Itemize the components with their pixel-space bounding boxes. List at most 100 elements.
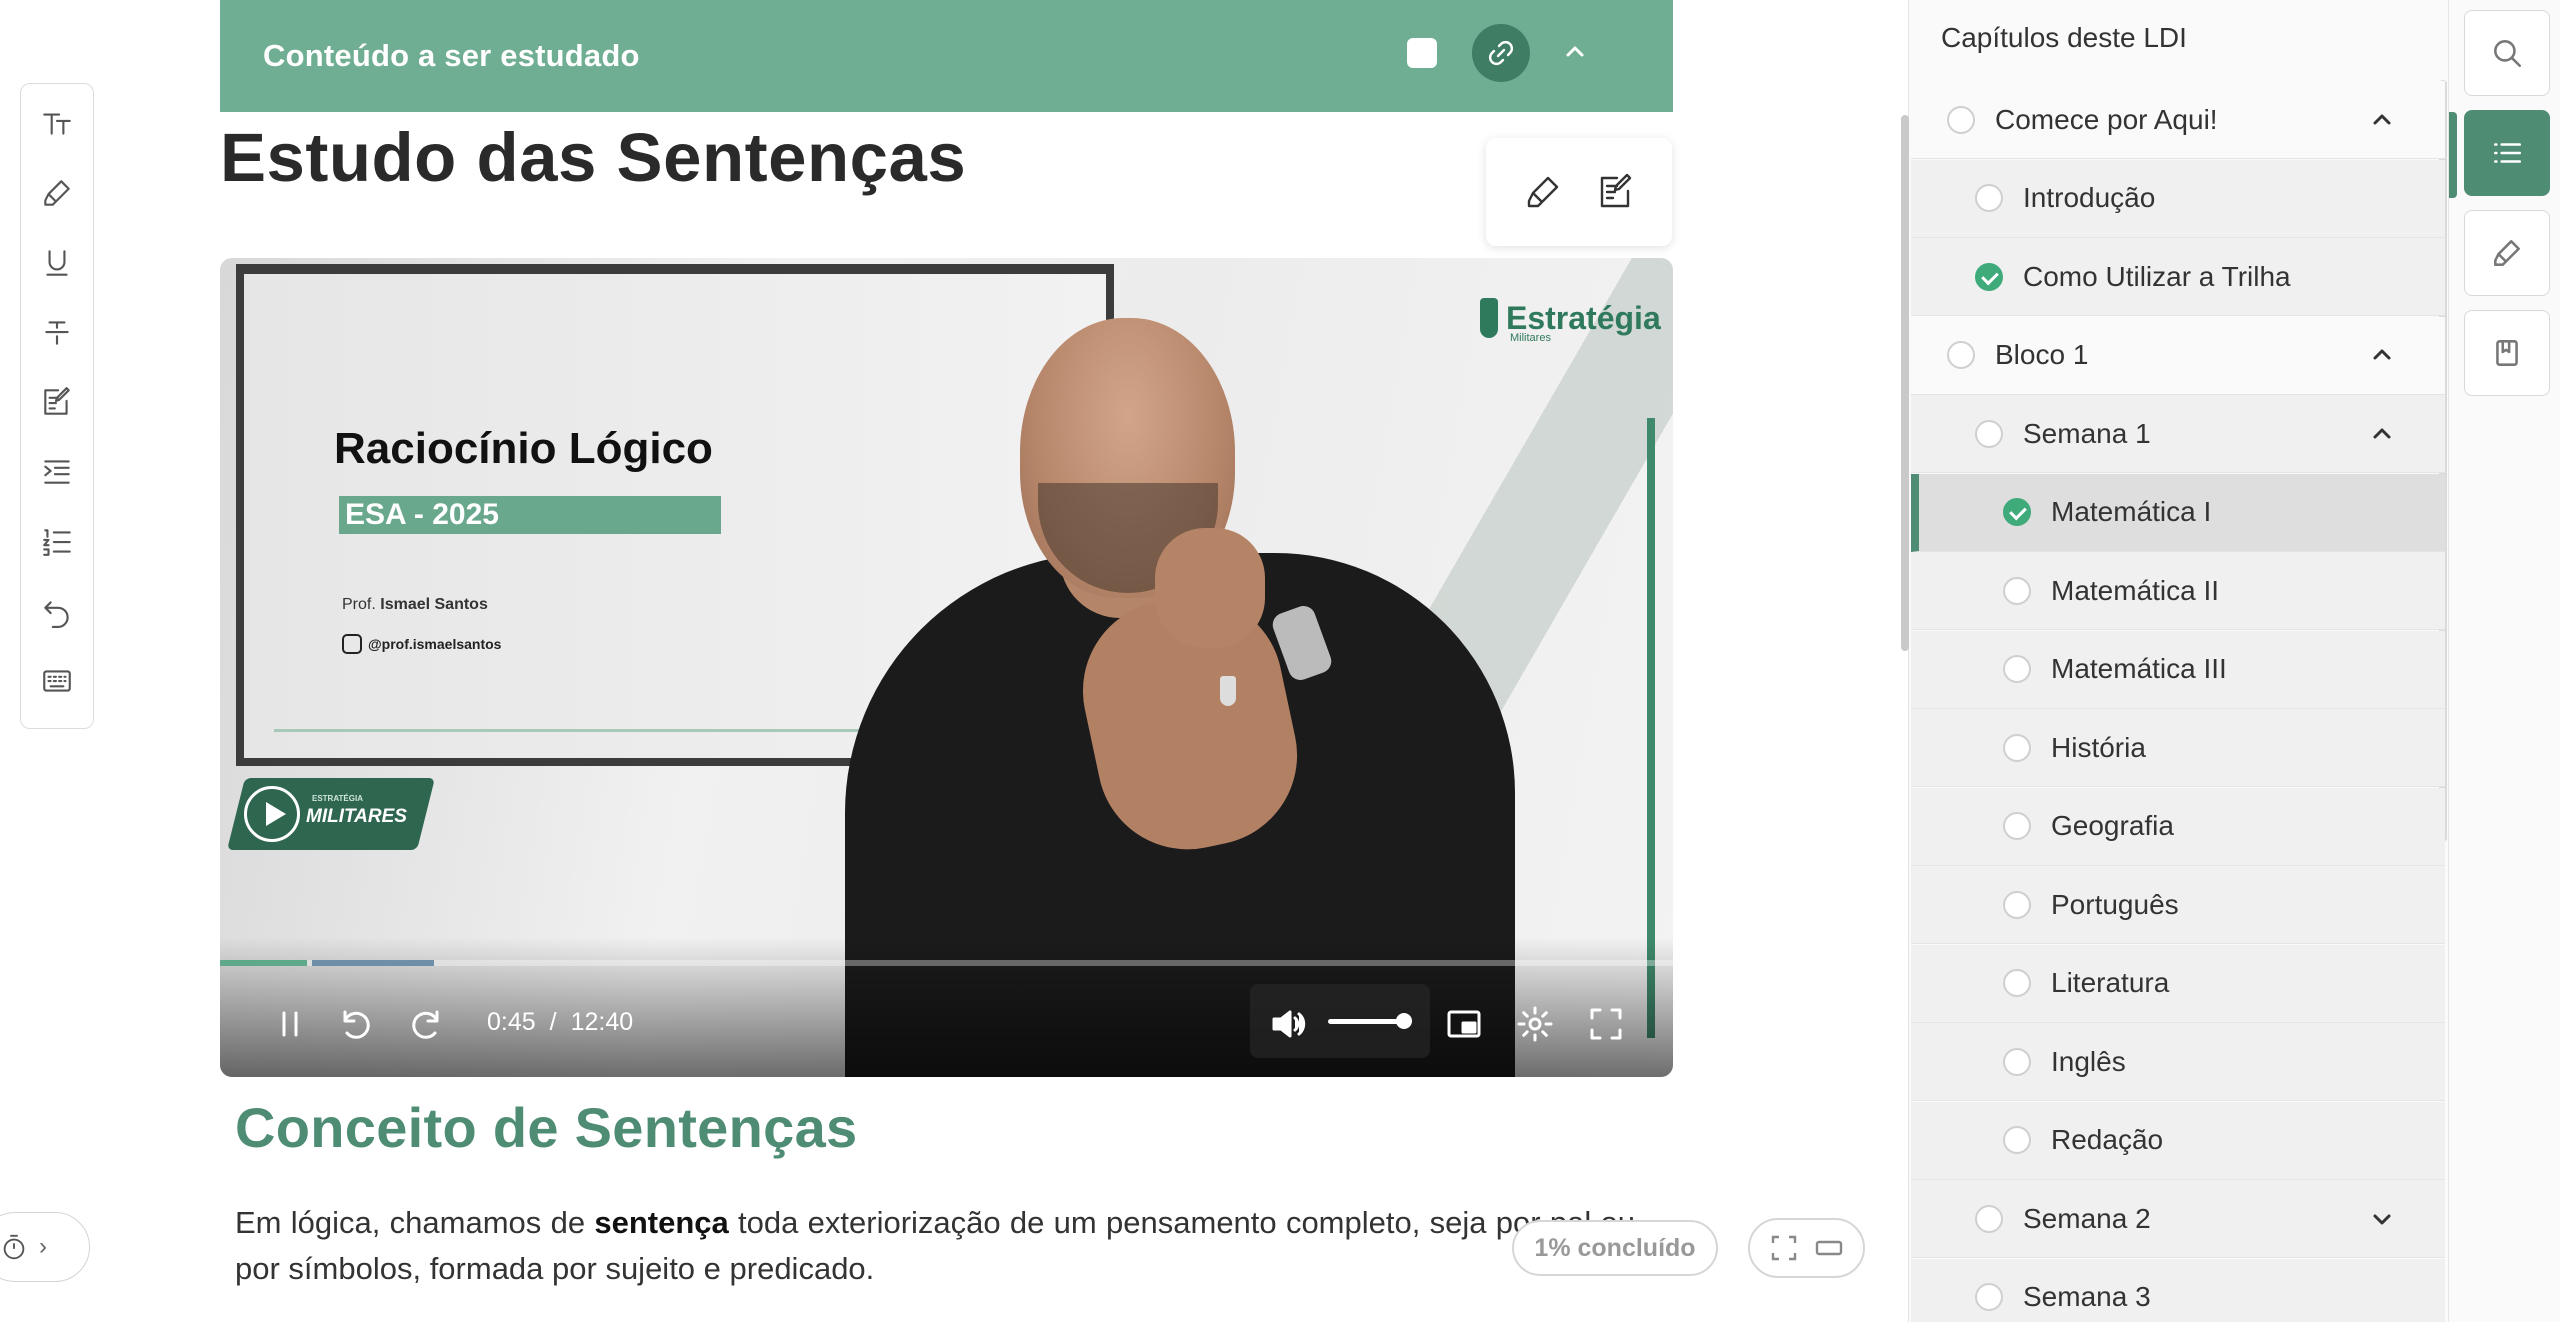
main-scrollbar[interactable] (1901, 115, 1909, 651)
instagram-icon (342, 634, 362, 654)
incomplete-circle-icon[interactable] (1947, 105, 1975, 134)
incomplete-circle-icon[interactable] (1947, 341, 1975, 369)
sidebar-item[interactable]: Introdução (1911, 159, 2445, 238)
volume-slider[interactable] (1328, 1019, 1404, 1024)
sidebar-item[interactable]: Bloco 1 (1911, 316, 2445, 395)
collapse-banner-button[interactable] (1560, 36, 1590, 66)
incomplete-circle-icon[interactable] (1975, 184, 2003, 212)
active-rail-indicator (2449, 112, 2457, 198)
video-progress-buffer (312, 960, 434, 966)
incomplete-circle-icon[interactable] (2003, 1047, 2031, 1076)
gear-icon (1517, 1006, 1553, 1042)
sidebar-item-label: Semana 3 (2023, 1281, 2151, 1312)
completed-check-icon[interactable] (2003, 498, 2031, 526)
incomplete-circle-icon[interactable] (1975, 1204, 2003, 1233)
sidebar-item[interactable]: Matemática I (1911, 473, 2445, 552)
time-separator: / (549, 1008, 557, 1036)
sidebar-item[interactable]: Semana 1 (1911, 395, 2445, 473)
fullscreen-button[interactable] (1578, 996, 1634, 1052)
strikethrough-icon[interactable] (33, 309, 81, 355)
picture-in-picture-button[interactable] (1436, 996, 1492, 1052)
widescreen-icon[interactable] (1813, 1232, 1845, 1264)
sidebar-item[interactable]: Literatura (1911, 944, 2445, 1023)
note-edit-icon[interactable] (33, 379, 81, 425)
mute-button[interactable] (1260, 996, 1316, 1052)
content-tools (1486, 138, 1672, 246)
video-player[interactable]: Raciocínio Lógico ESA - 2025 Prof. Ismae… (220, 258, 1673, 1077)
incomplete-circle-icon[interactable] (2003, 655, 2031, 683)
expand-icon[interactable] (1768, 1232, 1800, 1264)
sidebar-item[interactable]: Semana 2 (1911, 1180, 2445, 1258)
content-banner: Conteúdo a ser estudado (220, 0, 1673, 112)
chevron-up-icon[interactable] (2369, 421, 2395, 447)
time-total: 12:40 (570, 1008, 634, 1036)
pause-button[interactable] (262, 996, 318, 1052)
paragraph-text: Em lógica, chamamos de (235, 1205, 595, 1240)
text-size-icon[interactable] (33, 100, 81, 146)
sidebar-item[interactable]: Redação (1911, 1101, 2445, 1180)
presenter-hand (1155, 528, 1265, 648)
sidebar-item-label: Literatura (2051, 967, 2170, 998)
slide-subtitle: ESA - 2025 (339, 496, 721, 534)
sidebar-item-label: Português (2051, 888, 2179, 920)
incomplete-circle-icon[interactable] (1975, 419, 2003, 448)
highlighter-icon[interactable] (1523, 172, 1563, 212)
pip-icon (1447, 1010, 1481, 1038)
sidebar-item-label: Introdução (2023, 182, 2156, 213)
underline-icon[interactable] (33, 240, 81, 286)
note-edit-icon[interactable] (1596, 172, 1636, 212)
chevron-up-icon[interactable] (2369, 342, 2395, 368)
chapters-sidebar: Capítulos deste LDI Comece por Aqui! Intr… (1901, 0, 2448, 1322)
video-progress-fill (220, 960, 308, 966)
bookmarks-button[interactable] (2464, 310, 2550, 396)
chevron-up-icon[interactable] (2369, 107, 2395, 133)
incomplete-circle-icon[interactable] (2003, 733, 2031, 762)
channel-play-icon (244, 786, 300, 842)
rewind-icon (343, 1010, 370, 1039)
indent-icon[interactable] (33, 449, 81, 495)
sidebar-item[interactable]: Semana 3 (1911, 1258, 2445, 1322)
rewind-button[interactable] (328, 996, 384, 1052)
forward-icon (412, 1010, 439, 1039)
undo-icon[interactable] (33, 588, 81, 634)
settings-button[interactable] (1507, 996, 1563, 1052)
sidebar-item[interactable]: Como Utilizar a Trilha (1911, 238, 2445, 316)
channel-badge-small: ESTRATÉGIA (312, 794, 363, 803)
studied-checkbox[interactable] (1407, 38, 1437, 68)
list-icon (2494, 143, 2522, 163)
fullscreen-icon (1590, 1008, 1622, 1040)
search-button[interactable] (2464, 10, 2550, 96)
incomplete-circle-icon[interactable] (2003, 576, 2031, 605)
incomplete-circle-icon[interactable] (2003, 1126, 2031, 1154)
incomplete-circle-icon[interactable] (2003, 969, 2031, 997)
sidebar-item-label: Semana 2 (2023, 1202, 2151, 1234)
shirt-logo (1220, 676, 1236, 706)
sidebar-item-label: Comece por Aqui! (1995, 103, 2218, 135)
link-icon (1489, 41, 1513, 65)
incomplete-circle-icon[interactable] (2003, 812, 2031, 840)
video-progress-bar[interactable] (220, 960, 1673, 966)
sidebar-item[interactable]: História (1911, 709, 2445, 787)
sidebar-item[interactable]: Matemática II (1911, 552, 2445, 630)
sidebar-item[interactable]: Comece por Aqui! (1911, 81, 2445, 159)
link-button[interactable] (1472, 24, 1530, 82)
sidebar-item[interactable]: Geografia (1911, 787, 2445, 866)
sidebar-item[interactable]: Português (1911, 866, 2445, 944)
side-rail (2448, 0, 2560, 1322)
completed-check-icon[interactable] (1975, 262, 2003, 291)
sidebar-item[interactable]: Inglês (1911, 1023, 2445, 1101)
highlights-button[interactable] (2464, 210, 2550, 296)
chapters-button[interactable] (2464, 110, 2550, 196)
timer-toggle[interactable]: › (0, 1212, 90, 1282)
sidebar-item[interactable]: Matemática III (1911, 630, 2445, 709)
incomplete-circle-icon[interactable] (2003, 890, 2031, 919)
channel-badge-text: MILITARES (306, 806, 407, 827)
keyboard-icon[interactable] (33, 658, 81, 704)
highlighter-icon[interactable] (33, 170, 81, 216)
incomplete-circle-icon[interactable] (1975, 1283, 2003, 1311)
chevron-down-icon[interactable] (2369, 1206, 2395, 1232)
ordered-list-icon[interactable] (33, 519, 81, 565)
sidebar-item-label: Matemática III (2051, 653, 2227, 684)
forward-button[interactable] (398, 996, 454, 1052)
volume-handle[interactable] (1396, 1013, 1412, 1029)
